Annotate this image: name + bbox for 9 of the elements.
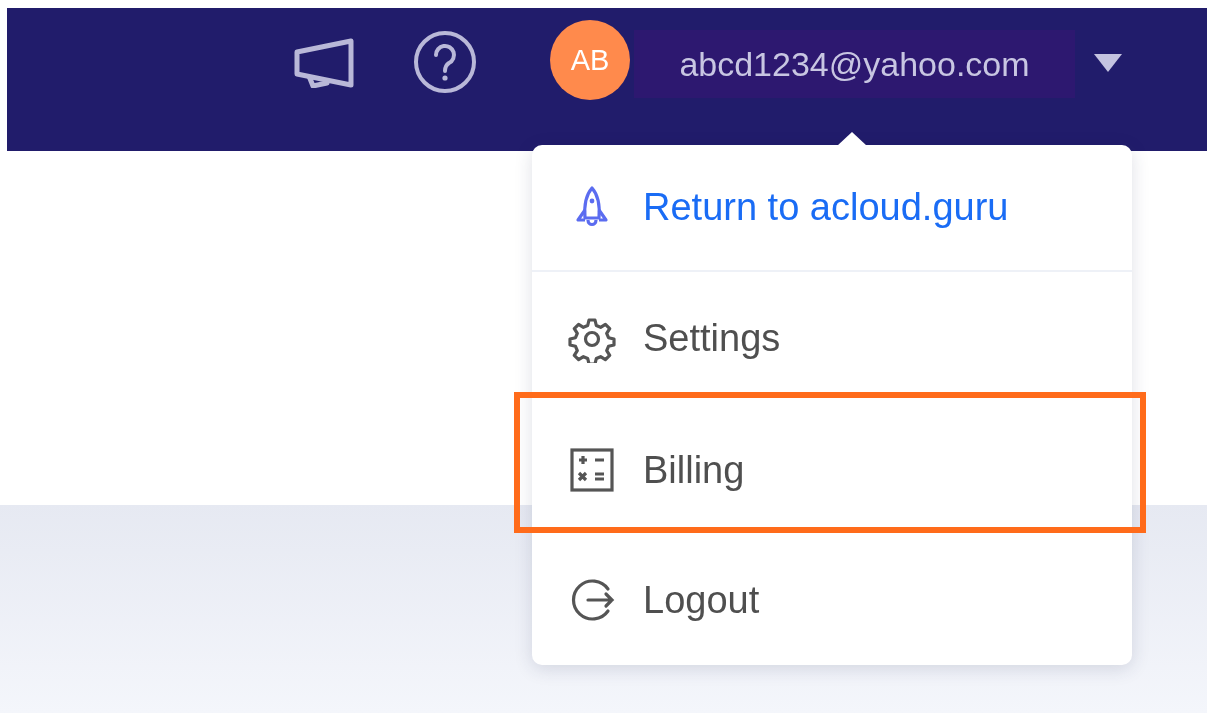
megaphone-icon[interactable] — [293, 38, 355, 88]
account-email[interactable]: abcd1234@yahoo.com — [634, 30, 1075, 98]
menu-item[interactable]: Return to acloud.guru — [532, 145, 1132, 272]
caret-icon[interactable] — [1092, 52, 1124, 74]
menu-item[interactable]: Billing — [532, 405, 1132, 535]
help-icon[interactable] — [413, 30, 477, 94]
calculator-icon — [568, 446, 616, 494]
menu-item[interactable]: Settings — [532, 272, 1132, 405]
menu-item[interactable]: Logout — [532, 535, 1132, 665]
